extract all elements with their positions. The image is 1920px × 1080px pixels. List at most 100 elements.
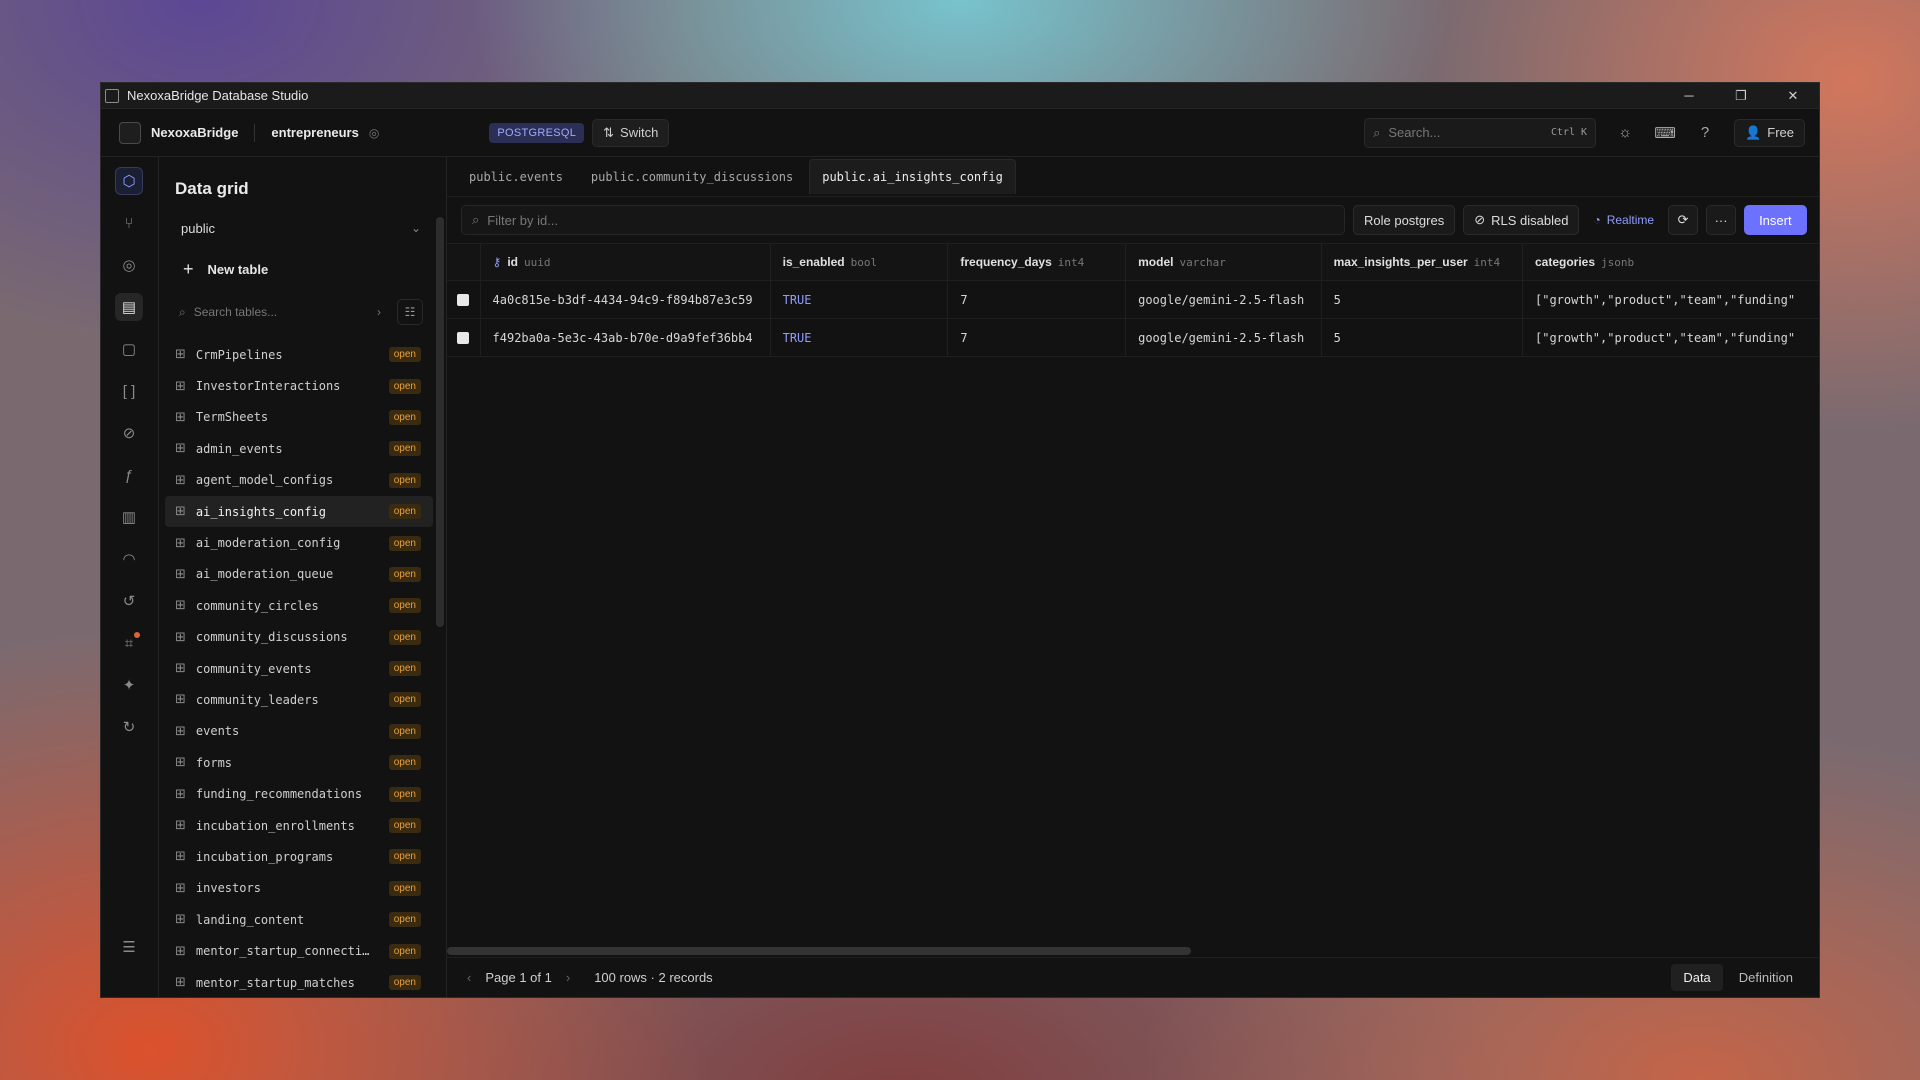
definition-view-button[interactable]: Definition xyxy=(1727,964,1805,991)
column-type: uuid xyxy=(523,255,551,269)
sidebar-scrollbar[interactable] xyxy=(436,217,444,627)
target-icon[interactable]: ◎ xyxy=(115,251,143,279)
filter-button[interactable]: ☷ xyxy=(397,299,423,325)
data-view-button[interactable]: Data xyxy=(1671,964,1723,991)
keyboard-icon[interactable]: ⌨ xyxy=(1654,124,1676,142)
search-shortcut: Ctrl K xyxy=(1550,127,1588,138)
sidebar-table-item[interactable]: ⊞ landing_content open xyxy=(165,904,433,935)
sidebar-table-item[interactable]: ⊞ ai_insights_config open xyxy=(165,495,433,528)
table-tab[interactable]: public.events xyxy=(457,160,575,194)
compass-icon[interactable]: ⊘ xyxy=(115,419,143,447)
sidebar-table-item[interactable]: ⊞ incubation_programs open xyxy=(165,841,433,872)
role-button[interactable]: Role postgres xyxy=(1353,205,1456,235)
project-settings-icon[interactable]: ◎ xyxy=(369,126,379,140)
previous-page-icon[interactable]: ‹ xyxy=(467,970,471,985)
column-header[interactable]: ⚷ id uuid xyxy=(481,244,771,280)
table-cell[interactable]: 5 xyxy=(1322,281,1523,318)
table-name: ai_insights_config xyxy=(195,504,326,519)
schema-select[interactable]: public ⌄ xyxy=(169,211,433,245)
cell-value: 7 xyxy=(960,330,968,345)
column-header[interactable]: categories jsonb xyxy=(1523,244,1819,280)
table-cell[interactable]: google/gemini-2.5-flash xyxy=(1126,281,1322,318)
sidebar-table-item[interactable]: ⊞ community_events open xyxy=(165,653,433,684)
sidebar-table-item[interactable]: ⊞ admin_events open xyxy=(165,433,433,464)
table-icon[interactable]: ▤ xyxy=(115,293,143,321)
sidebar-table-item[interactable]: ⊞ TermSheets open xyxy=(165,402,433,433)
table-cell[interactable]: TRUE xyxy=(771,281,949,318)
document-icon[interactable]: ▢ xyxy=(115,335,143,363)
more-button[interactable]: ··· xyxy=(1706,205,1737,235)
table-cell[interactable]: f492ba0a-5e3c-43ab-b70e-d9a9fef36bb4 xyxy=(481,319,771,356)
table-search-input[interactable]: ⌕ Search tables... › xyxy=(171,297,389,327)
sidebar-table-item[interactable]: ⊞ incubation_enrollments open xyxy=(165,810,433,841)
table-cell[interactable]: ["growth","product","team","funding" xyxy=(1523,281,1819,318)
row-checkbox[interactable] xyxy=(457,293,470,306)
table-tab[interactable]: public.community_discussions xyxy=(579,160,805,194)
table-grid-icon: ⊞ xyxy=(175,912,186,928)
column-header[interactable]: is_enabled bool xyxy=(771,244,949,280)
column-header[interactable]: model varchar xyxy=(1126,244,1322,280)
close-button[interactable]: ✕ xyxy=(1767,83,1819,109)
brackets-icon[interactable]: [ ] xyxy=(115,377,143,405)
book-icon[interactable]: ▥ xyxy=(115,503,143,531)
sparkles-icon[interactable]: ✦ xyxy=(115,671,143,699)
theme-toggle-icon[interactable]: ☼ xyxy=(1614,124,1636,141)
settings-sliders-icon[interactable]: ☰ xyxy=(115,933,143,961)
switch-button[interactable]: ⇅ Switch xyxy=(592,118,670,147)
rls-button[interactable]: ⊘ RLS disabled xyxy=(1463,205,1580,235)
column-header[interactable]: max_insights_per_user int4 xyxy=(1322,244,1523,280)
new-table-button[interactable]: + New table xyxy=(169,253,433,285)
help-icon[interactable]: ? xyxy=(1694,124,1716,141)
table-tab[interactable]: public.ai_insights_config xyxy=(809,159,1016,194)
table-cell[interactable]: ["growth","product","team","funding" xyxy=(1523,319,1819,356)
sidebar-table-item[interactable]: ⊞ ai_moderation_queue open xyxy=(165,559,433,590)
gauge-icon[interactable]: ◠ xyxy=(115,545,143,573)
sidebar-table-item[interactable]: ⊞ agent_model_configs open xyxy=(165,465,433,496)
row-checkbox[interactable] xyxy=(457,331,470,344)
horizontal-scrollbar[interactable] xyxy=(447,947,1191,955)
table-cell[interactable]: TRUE xyxy=(771,319,949,356)
sidebar-table-item[interactable]: ⊞ InvestorInteractions open xyxy=(165,370,433,401)
scan-icon[interactable]: ⌗ xyxy=(115,629,143,657)
sidebar-table-item[interactable]: ⊞ forms open xyxy=(165,747,433,778)
sidebar-table-item[interactable]: ⊞ investors open xyxy=(165,873,433,904)
history-icon[interactable]: ↺ xyxy=(115,587,143,615)
table-cell[interactable]: 7 xyxy=(948,319,1127,356)
org-name[interactable]: NexoxaBridge xyxy=(151,125,238,140)
table-cell[interactable]: google/gemini-2.5-flash xyxy=(1126,319,1322,356)
sidebar-table-item[interactable]: ⊞ funding_recommendations open xyxy=(165,778,433,809)
next-page-icon[interactable]: › xyxy=(566,970,570,985)
project-name[interactable]: entrepreneurs xyxy=(271,125,358,140)
table-cell[interactable]: 4a0c815e-b3df-4434-94c9-f894b87e3c59 xyxy=(481,281,771,318)
sidebar-table-item[interactable]: ⊞ mentor_startup_connecti… open xyxy=(165,935,433,966)
brand-icon[interactable]: ⬡ xyxy=(115,167,143,195)
sidebar-table-item[interactable]: ⊞ mentor_startup_matches open xyxy=(165,967,433,997)
realtime-button[interactable]: ◔ Realtime xyxy=(1587,205,1660,235)
table-row[interactable]: f492ba0a-5e3c-43ab-b70e-d9a9fef36bb4 TRUE… xyxy=(447,319,1819,357)
insert-button[interactable]: Insert xyxy=(1744,205,1807,235)
cell-value: ["growth","product","team","funding" xyxy=(1535,292,1796,307)
sidebar-table-item[interactable]: ⊞ community_circles open xyxy=(165,590,433,621)
sidebar-title: Data grid xyxy=(175,179,249,198)
minimize-button[interactable]: ─ xyxy=(1663,83,1715,109)
sidebar-table-item[interactable]: ⊞ ai_moderation_config open xyxy=(165,527,433,558)
refresh-button[interactable]: ⟳ xyxy=(1668,205,1699,235)
sidebar-table-item[interactable]: ⊞ community_leaders open xyxy=(165,684,433,715)
sidebar-table-item[interactable]: ⊞ CrmPipelines open xyxy=(165,339,433,370)
global-search-input[interactable]: ⌕ Search... Ctrl K xyxy=(1364,117,1597,148)
restore-icon[interactable]: ↻ xyxy=(115,713,143,741)
sidebar-table-item[interactable]: ⊞ community_discussions open xyxy=(165,622,433,653)
header-checkbox-cell xyxy=(447,244,481,280)
column-header[interactable]: frequency_days int4 xyxy=(948,244,1127,280)
functions-icon[interactable]: ƒ xyxy=(115,461,143,489)
plan-button[interactable]: 👤 Free xyxy=(1734,118,1805,147)
table-row[interactable]: 4a0c815e-b3df-4434-94c9-f894b87e3c59 TRUE… xyxy=(447,281,1819,319)
table-grid-icon: ⊞ xyxy=(175,441,186,457)
key-icon: ⚷ xyxy=(492,255,502,269)
table-cell[interactable]: 5 xyxy=(1322,319,1523,356)
branches-icon[interactable]: ⑂ xyxy=(115,209,143,237)
maximize-button[interactable]: ❐ xyxy=(1715,83,1767,109)
table-cell[interactable]: 7 xyxy=(948,281,1127,318)
filter-input[interactable]: ⌕ Filter by id... xyxy=(461,205,1345,235)
sidebar-table-item[interactable]: ⊞ events open xyxy=(165,716,433,747)
